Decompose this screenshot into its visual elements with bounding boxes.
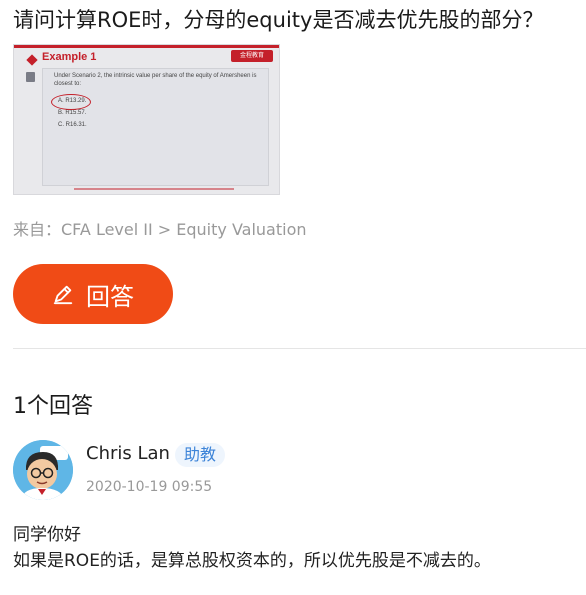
question-title: 请问计算ROE时，分母的equity是否减去优先股的部分？ [13,8,544,32]
role-badge: 助教 [175,443,226,467]
answer-author-name[interactable]: Chris Lan [86,443,170,464]
slide-bottom-bar [74,188,234,190]
slide-option-b: B. R15.57. [58,110,87,116]
slide-heading: Example 1 [42,51,97,63]
avatar[interactable] [13,440,73,500]
answer-count: 1个回答 [13,394,93,419]
pencil-icon [53,285,73,305]
question-image-thumbnail[interactable]: Example 1 金程教育 Under Scenario 2, the int… [13,44,280,195]
answer-timestamp: 2020-10-19 09:55 [86,479,213,495]
divider [13,348,586,349]
answer-button[interactable]: 回答 [13,264,173,324]
answer-body: 同学你好 如果是ROE的话，是算总股权资本的，所以优先股是不减去的。 [13,522,583,574]
calculator-icon [26,72,35,82]
slide-option-c: C. R16.31. [58,122,87,128]
answer-line: 如果是ROE的话，是算总股权资本的，所以优先股是不减去的。 [13,551,491,571]
avatar-illustration [13,440,73,500]
answer-line: 同学你好 [13,525,81,545]
slide-logo: 金程教育 [231,50,273,62]
answer-button-label: 回答 [86,283,134,311]
slide-question-text: Under Scenario 2, the intrinsic value pe… [54,73,257,87]
source-breadcrumb[interactable]: 来自：CFA Level II > Equity Valuation [13,216,307,240]
diamond-bullet-icon [26,54,38,66]
red-circle-annotation [51,94,91,110]
slide-top-bar [14,45,279,48]
